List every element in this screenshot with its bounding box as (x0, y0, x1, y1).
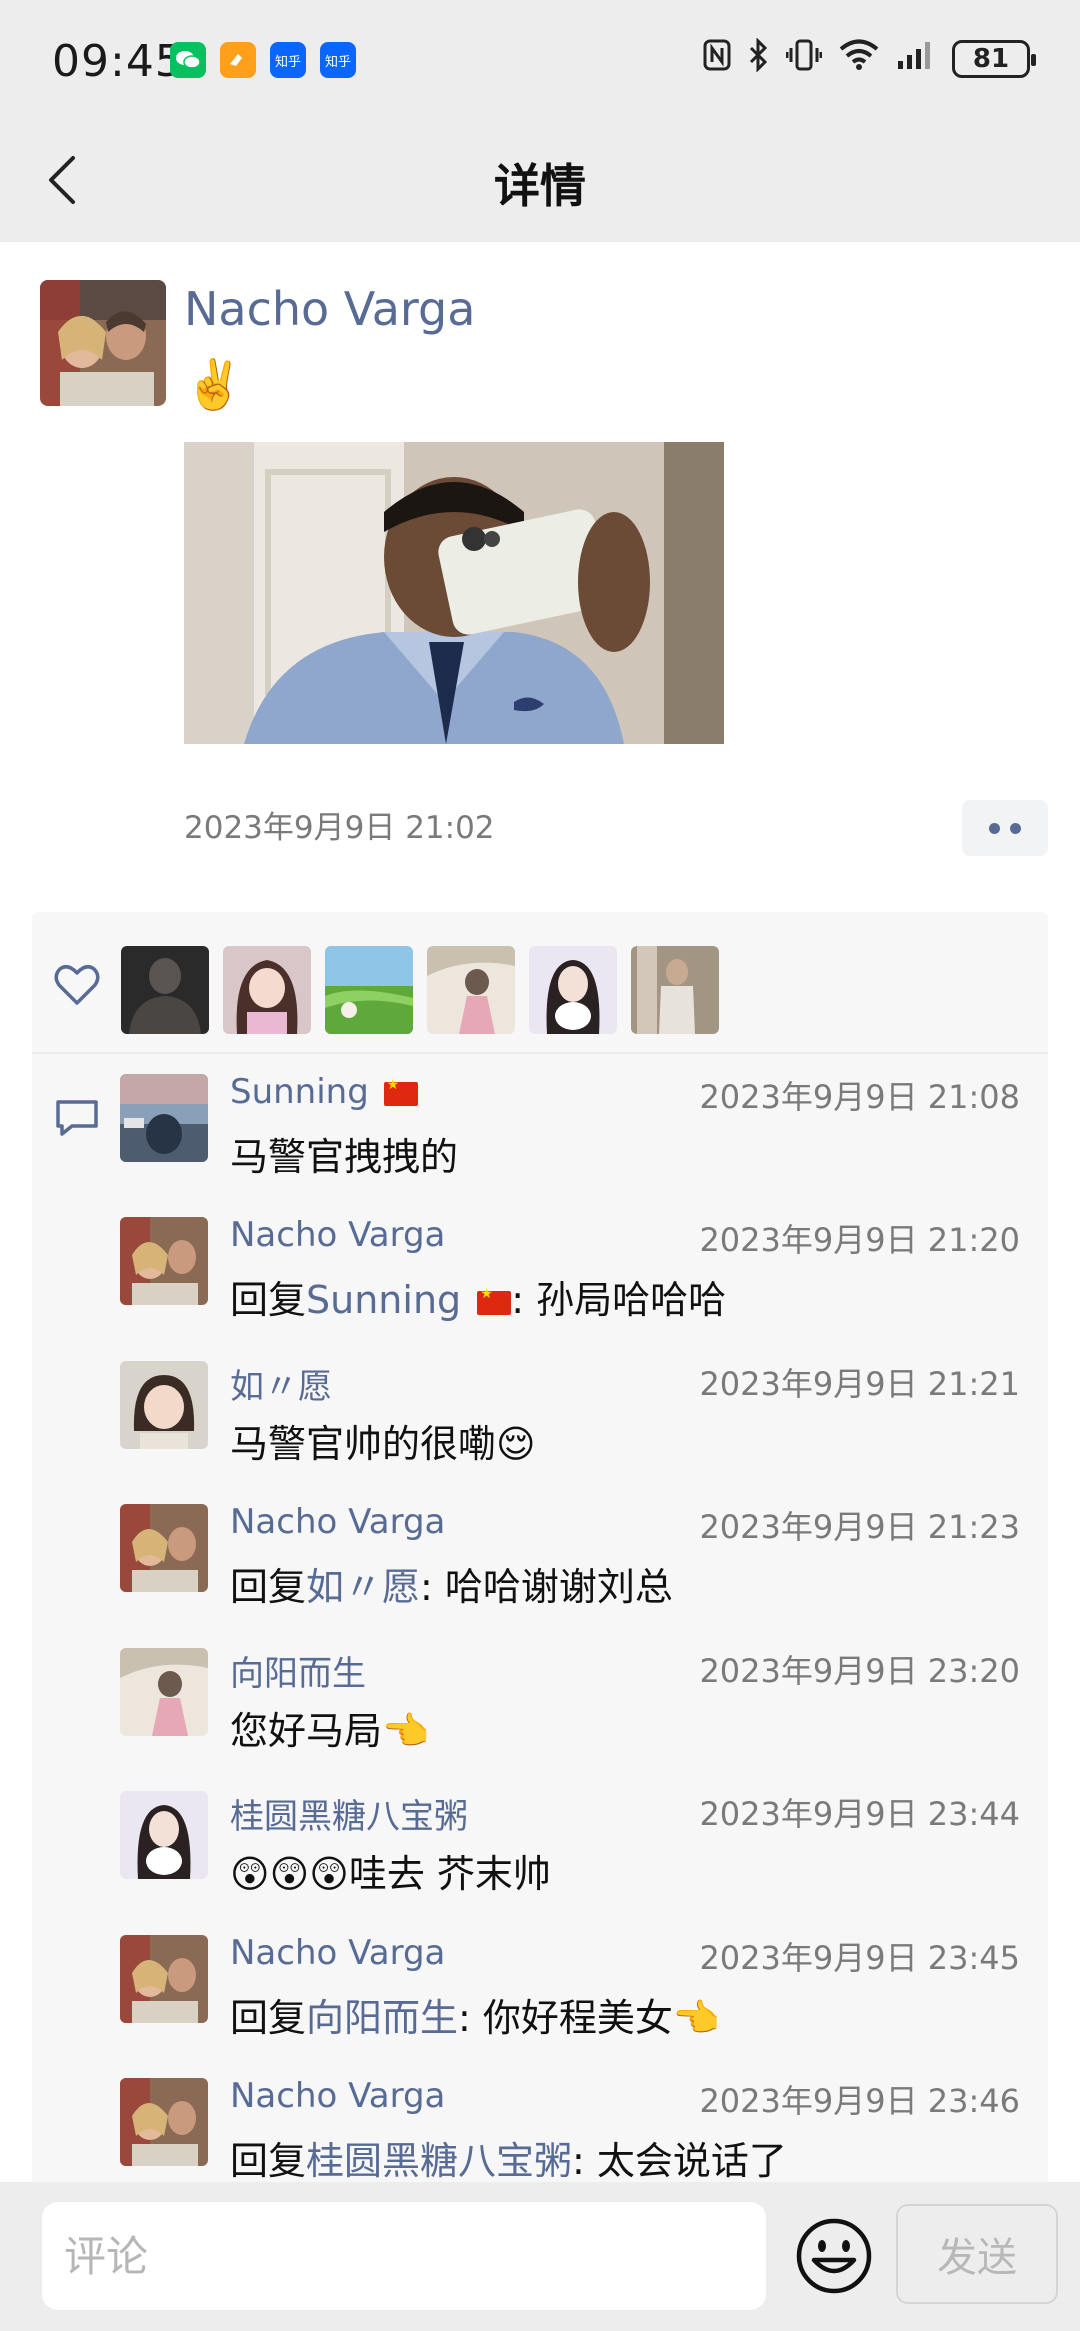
wifi-icon (838, 39, 880, 78)
comment-item[interactable]: 向阳而生 2023年9月9日 23:20 您好马局👈 (120, 1648, 1020, 1778)
reply-target[interactable]: Sunning (306, 1278, 512, 1322)
reply-target[interactable]: 桂圆黑糖八宝粥 (306, 2139, 572, 2183)
comment-time: 2023年9月9日 23:44 (699, 1795, 1020, 1833)
post-photo[interactable] (184, 442, 724, 744)
comment-item[interactable]: Nacho Varga 2023年9月9日 21:20 回复Sunning : … (120, 1215, 1020, 1347)
comment-text: 您好马局👈 (230, 1709, 430, 1753)
comment-time: 2023年9月9日 21:08 (699, 1078, 1020, 1116)
liker-avatar[interactable] (529, 946, 617, 1034)
comment-time: 2023年9月9日 23:46 (699, 2082, 1020, 2120)
zhihu-icon: 知乎 (320, 42, 356, 78)
liker-avatar[interactable] (121, 946, 209, 1034)
commenter-name[interactable]: 向阳而生 (230, 1646, 366, 1695)
comment-item[interactable]: 如〃愿 2023年9月9日 21:21 马警官帅的很嘞😌 (120, 1361, 1020, 1491)
reply-prefix: 回复 (230, 1996, 307, 2040)
comment-text: 马警官拽拽的 (230, 1135, 459, 1179)
comment-bar: 发送 (0, 2182, 1080, 2331)
comment-text: 回复Sunning : 孙局哈哈哈 (230, 1269, 726, 1324)
send-button[interactable]: 发送 (896, 2204, 1058, 2304)
comment-time: 2023年9月9日 21:20 (699, 1221, 1020, 1259)
commenter-avatar[interactable] (120, 1361, 208, 1449)
nav-bar: 详情 (0, 120, 1080, 242)
commenter-avatar[interactable] (120, 2078, 208, 2166)
comment-input[interactable] (42, 2202, 766, 2310)
reply-prefix: 回复 (230, 2139, 307, 2183)
battery-indicator: 81 (952, 39, 1036, 78)
commenter-name[interactable]: Sunning (230, 1072, 418, 1112)
emoji-button[interactable] (794, 2216, 874, 2296)
status-bar: 09:45 知乎 知乎 81 (0, 0, 1080, 120)
comment-text: 回复桂圆黑糖八宝粥: 太会说话了 (230, 2130, 787, 2185)
more-options-button[interactable] (962, 800, 1048, 856)
liker-avatar[interactable] (325, 946, 413, 1034)
post-author-avatar[interactable] (40, 280, 166, 406)
liker-avatar[interactable] (223, 946, 311, 1034)
orange-app-icon (220, 42, 256, 78)
smiley-icon (796, 2218, 872, 2294)
status-indicators: 81 (702, 37, 1036, 79)
reply-prefix: 回复 (230, 1278, 307, 1322)
comment-text: 马警官帅的很嘞😌 (230, 1422, 536, 1466)
bluetooth-icon (748, 37, 770, 79)
commenter-name[interactable]: Nacho Varga (230, 2076, 445, 2116)
zhihu-icon: 知乎 (270, 42, 306, 78)
signal-icon (896, 39, 936, 78)
comment-time: 2023年9月9日 23:20 (699, 1652, 1020, 1690)
liker-avatar[interactable] (631, 946, 719, 1034)
china-flag-icon (477, 1286, 512, 1315)
page-title: 详情 (494, 159, 586, 213)
comment-icon (56, 1100, 98, 1136)
comment-time: 2023年9月9日 21:23 (699, 1508, 1020, 1546)
more-dot (989, 822, 1000, 834)
reply-target[interactable]: 向阳而生 (306, 1996, 458, 2040)
commenter-avatar[interactable] (120, 1648, 208, 1736)
likes-row (32, 912, 1048, 1052)
commenter-avatar[interactable] (120, 1504, 208, 1592)
commenter-name[interactable]: Nacho Varga (230, 1933, 445, 1973)
reply-body: : 哈哈谢谢刘总 (420, 1565, 673, 1609)
commenter-name[interactable]: Nacho Varga (230, 1215, 445, 1255)
heart-icon (54, 965, 100, 1005)
vibrate-icon (785, 38, 823, 79)
liker-avatar[interactable] (427, 946, 515, 1034)
comment-text: 回复向阳而生: 你好程美女👈 (230, 1987, 720, 2042)
reply-prefix: 回复 (230, 1565, 307, 1609)
comment-item[interactable]: Nacho Varga 2023年9月9日 21:23 回复如〃愿: 哈哈谢谢刘… (120, 1502, 1020, 1634)
reply-body: : 太会说话了 (572, 2139, 787, 2183)
commenter-avatar[interactable] (120, 1074, 208, 1162)
commenter-avatar[interactable] (120, 1791, 208, 1879)
status-notification-icons: 知乎 知乎 (170, 42, 356, 78)
comment-item[interactable]: 桂圆黑糖八宝粥 2023年9月9日 23:44 😲😲😲哇去 芥末帅 (120, 1791, 1020, 1921)
comment-item[interactable]: Nacho Varga 2023年9月9日 23:45 回复向阳而生: 你好程美… (120, 1933, 1020, 2065)
post-author-name[interactable]: Nacho Varga (184, 282, 475, 336)
reply-body: : 孙局哈哈哈 (511, 1278, 727, 1322)
comment-time: 2023年9月9日 21:21 (699, 1365, 1020, 1403)
commenter-avatar[interactable] (120, 1217, 208, 1305)
commenter-name[interactable]: 如〃愿 (230, 1359, 332, 1408)
commenter-name[interactable]: Nacho Varga (230, 1502, 445, 1542)
comment-time: 2023年9月9日 23:45 (699, 1939, 1020, 1977)
comment-item[interactable]: Sunning 2023年9月9日 21:08 马警官拽拽的 (120, 1072, 1020, 1204)
comment-text: 😲😲😲哇去 芥末帅 (230, 1852, 551, 1896)
reply-body: : 你好程美女👈 (458, 1996, 721, 2040)
reply-target[interactable]: 如〃愿 (306, 1565, 420, 1609)
comment-text: 回复如〃愿: 哈哈谢谢刘总 (230, 1556, 673, 1611)
post-text: ✌️ (184, 357, 244, 413)
interaction-panel: Sunning 2023年9月9日 21:08 马警官拽拽的 Nacho Var… (32, 912, 1048, 2192)
status-time: 09:45 (52, 36, 184, 87)
more-dot (1010, 822, 1021, 834)
wechat-icon (170, 42, 206, 78)
divider (32, 1052, 1048, 1054)
commenter-avatar[interactable] (120, 1935, 208, 2023)
commenter-name[interactable]: 桂圆黑糖八宝粥 (230, 1789, 468, 1838)
post-timestamp: 2023年9月9日 21:02 (184, 810, 495, 846)
china-flag-icon (383, 1077, 418, 1106)
nfc-icon (702, 38, 732, 79)
